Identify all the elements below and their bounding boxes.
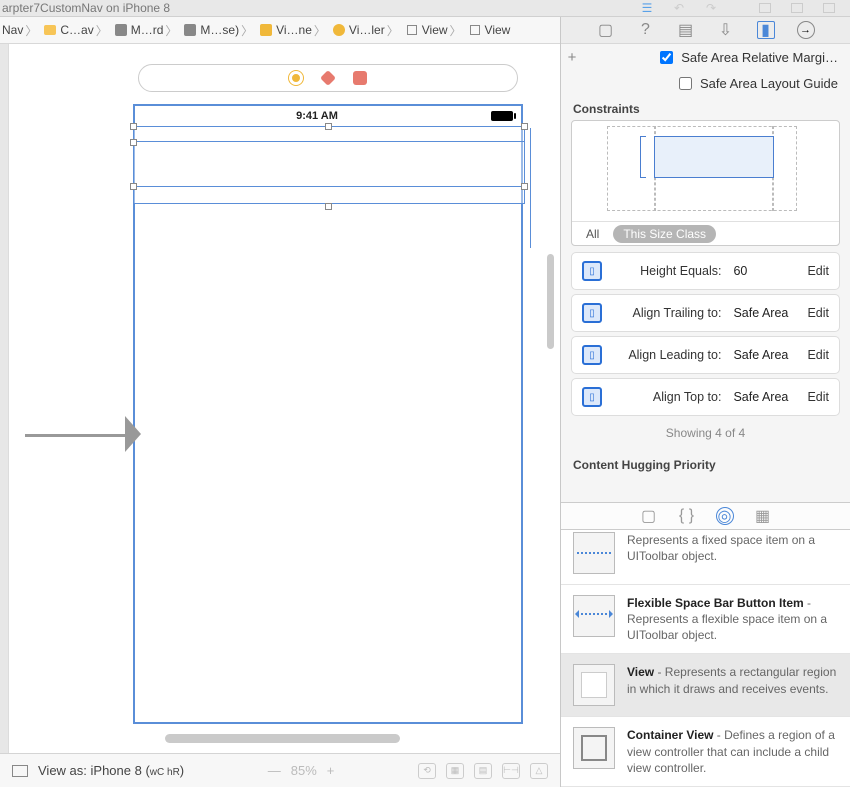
library-list: Represents a fixed space item on a UIToo… (561, 530, 850, 787)
attributes-inspector-icon[interactable]: ⇩ (717, 21, 735, 39)
window-title: arpter7CustomNav on iPhone 8 (2, 1, 170, 15)
library-tabs: ▢ { } ◎ ▦ (561, 502, 850, 530)
resize-handle[interactable] (325, 123, 332, 130)
add-button[interactable]: + (561, 49, 583, 66)
constraints-preview[interactable]: All This Size Class (571, 120, 840, 246)
safe-area-guide-checkbox[interactable] (679, 77, 692, 90)
initial-vc-arrowhead (125, 416, 141, 452)
safe-area-margins-row: + Safe Area Relative Margi… (561, 44, 850, 70)
selected-view[interactable] (133, 126, 525, 204)
selected-view-inner (134, 141, 524, 187)
resize-handle[interactable] (521, 123, 528, 130)
crumb-1[interactable]: C…av〉 (41, 22, 111, 39)
safe-area-guide-row: Safe Area Layout Guide (561, 70, 850, 96)
canvas-edge (0, 44, 9, 753)
panel-right-icon[interactable] (818, 1, 840, 15)
code-snippet-icon[interactable]: { } (678, 507, 696, 525)
crumb-6[interactable]: View〉 (403, 22, 466, 39)
crumb-0[interactable]: Nav〉 (0, 22, 41, 39)
safe-area-margins-label: Safe Area Relative Margi… (681, 50, 838, 65)
showing-count: Showing 4 of 4 (561, 420, 850, 450)
filter-this-size-class[interactable]: This Size Class (613, 225, 716, 243)
resize-handle[interactable] (521, 183, 528, 190)
library-item-view[interactable]: View - Represents a rectangular region i… (561, 654, 850, 717)
top-constraint-icon: ▯ (582, 387, 602, 407)
align-icon[interactable]: ▤ (474, 763, 492, 779)
coin-icon (289, 71, 303, 85)
view-icon (581, 672, 607, 698)
resize-handle[interactable] (130, 139, 137, 146)
device-button[interactable] (12, 765, 28, 777)
height-constraint-icon: ▯ (582, 261, 602, 281)
file-inspector-icon[interactable]: ▢ (597, 21, 615, 39)
help-inspector-icon[interactable]: ? (637, 21, 655, 39)
edit-button[interactable]: Edit (807, 390, 829, 404)
initial-vc-arrow[interactable] (25, 434, 135, 437)
edit-button[interactable]: Edit (807, 306, 829, 320)
device-frame[interactable]: 9:41 AM (133, 104, 523, 724)
constraint-row-top[interactable]: ▯ Align Top to: Safe Area Edit (571, 378, 840, 416)
inspector-body: + Safe Area Relative Margi… Safe Area La… (561, 44, 850, 502)
edit-button[interactable]: Edit (807, 264, 829, 278)
layout-tools: ⟲ ▦ ▤ ⊢⊣ △ (418, 763, 548, 779)
interface-builder-canvas[interactable]: 9:41 AM (0, 44, 560, 753)
cube-icon (320, 70, 336, 86)
container-view-icon (581, 735, 607, 761)
document-pill[interactable] (138, 64, 518, 92)
canvas-bottom-bar: View as: iPhone 8 (wC hR) — 85% + ⟲ ▦ ▤ … (0, 753, 560, 787)
horizontal-scrollbar[interactable] (165, 734, 400, 743)
crumb-2[interactable]: M…rd〉 (112, 22, 182, 39)
library-item-flexible-space[interactable]: Flexible Space Bar Button Item - Represe… (561, 585, 850, 655)
panel-bottom-icon[interactable] (786, 1, 808, 15)
safe-area-guide-label: Safe Area Layout Guide (700, 76, 838, 91)
breadcrumb: Nav〉 C…av〉 M…rd〉 M…se)〉 Vi…ne〉 Vi…ler〉 V… (0, 17, 560, 44)
filter-all[interactable]: All (580, 225, 605, 243)
toolbar-button-2[interactable]: ↶ (668, 1, 690, 15)
size-inspector-icon[interactable]: ▮ (757, 21, 775, 39)
vertical-scrollbar[interactable] (547, 254, 554, 349)
toolbar-right: ☰ ↶ ↷ (636, 0, 850, 16)
zoom-out-button[interactable]: — (268, 763, 281, 778)
title-bar: arpter7CustomNav on iPhone 8 ☰ ↶ ↷ (0, 0, 850, 17)
object-library-icon[interactable]: ◎ (716, 507, 734, 525)
status-time: 9:41 AM (143, 110, 491, 122)
update-frames-icon[interactable]: ⟲ (418, 763, 436, 779)
exit-icon (353, 71, 367, 85)
resize-handle[interactable] (325, 203, 332, 210)
crumb-5[interactable]: Vi…ler〉 (330, 22, 403, 39)
media-library-icon[interactable]: ▦ (754, 507, 772, 525)
identity-inspector-icon[interactable]: ▤ (677, 21, 695, 39)
panel-left-icon[interactable] (754, 1, 776, 15)
crumb-4[interactable]: Vi…ne〉 (257, 22, 330, 39)
constraints-section-label: Constraints (561, 96, 850, 120)
constraint-row-leading[interactable]: ▯ Align Leading to: Safe Area Edit (571, 336, 840, 374)
flexible-space-icon (577, 613, 611, 619)
crumb-3[interactable]: M…se)〉 (181, 22, 257, 39)
crumb-7[interactable]: View (466, 23, 513, 37)
resolve-icon[interactable]: △ (530, 763, 548, 779)
zoom-level[interactable]: 85% (291, 763, 317, 778)
embed-icon[interactable]: ▦ (446, 763, 464, 779)
inspector-tabs: ▢ ? ▤ ⇩ ▮ → (561, 17, 850, 44)
resize-handle[interactable] (130, 123, 137, 130)
edit-button[interactable]: Edit (807, 348, 829, 362)
content-hugging-label: Content Hugging Priority (561, 450, 850, 476)
view-as-label[interactable]: View as: iPhone 8 (wC hR) (38, 763, 184, 778)
toolbar-button-1[interactable]: ☰ (636, 1, 658, 15)
leading-constraint-icon: ▯ (582, 345, 602, 365)
zoom-in-button[interactable]: + (327, 763, 335, 778)
safe-area-margins-checkbox[interactable] (660, 51, 673, 64)
toolbar-button-3[interactable]: ↷ (700, 1, 722, 15)
trailing-constraint-icon: ▯ (582, 303, 602, 323)
constraint-row-trailing[interactable]: ▯ Align Trailing to: Safe Area Edit (571, 294, 840, 332)
library-item-container-view[interactable]: Container View - Defines a region of a v… (561, 717, 850, 787)
connections-inspector-icon[interactable]: → (797, 21, 815, 39)
pin-icon[interactable]: ⊢⊣ (502, 763, 520, 779)
resize-handle[interactable] (130, 183, 137, 190)
battery-icon (491, 111, 513, 121)
library-item-fixed-space[interactable]: Represents a fixed space item on a UIToo… (561, 530, 850, 585)
constraint-guide (530, 128, 531, 248)
constraint-row-height[interactable]: ▯ Height Equals: 60 Edit (571, 252, 840, 290)
file-template-icon[interactable]: ▢ (640, 507, 658, 525)
